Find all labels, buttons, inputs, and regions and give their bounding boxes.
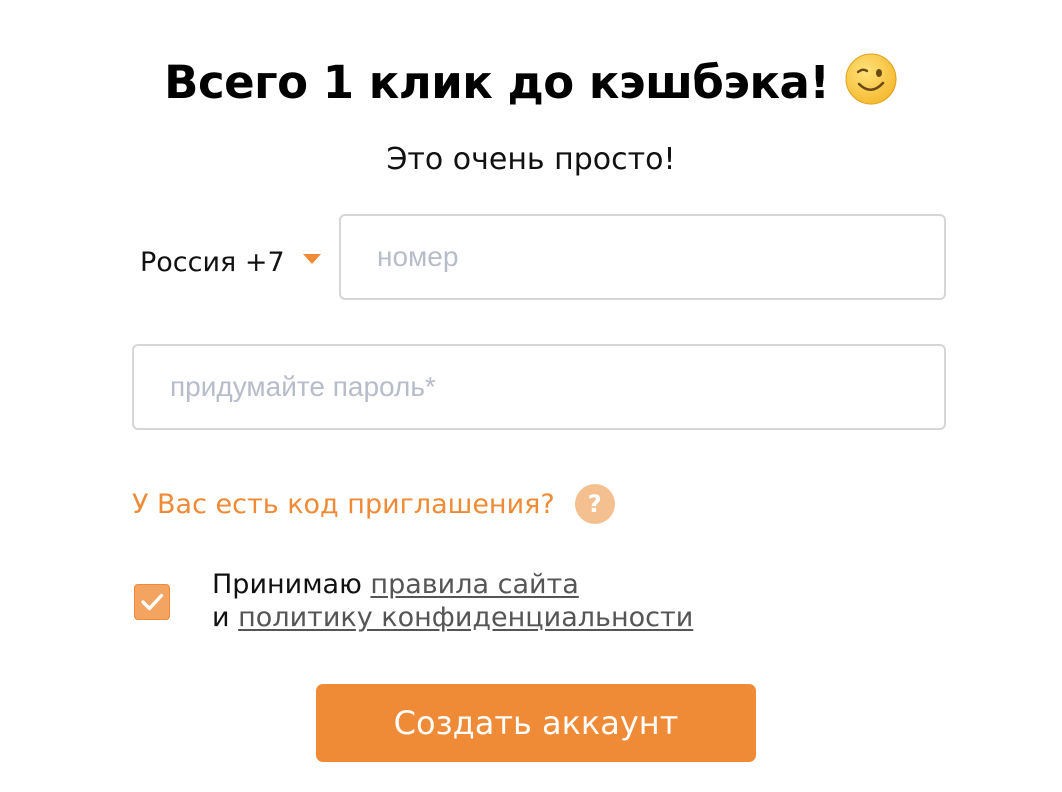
question-icon[interactable]: ? [574, 484, 615, 524]
password-input[interactable] [132, 344, 946, 430]
country-code-label: Россия +7 [140, 246, 285, 278]
checkmark-icon [141, 593, 164, 611]
invite-code-link[interactable]: У Вас есть код приглашения? ? [132, 484, 615, 524]
terms-conjunction: и [212, 602, 239, 633]
phone-number-input[interactable] [339, 214, 946, 300]
terms-text: Принимаю правила сайта и политику конфид… [212, 568, 693, 634]
terms-prefix: Принимаю [212, 569, 371, 600]
signup-card: Всего 1 клик до кэшбэка! Это очень прост… [0, 0, 1062, 792]
subtitle: Это очень просто! [386, 142, 676, 177]
terms-checkbox[interactable] [134, 584, 170, 620]
invite-code-label[interactable]: У Вас есть код приглашения? [132, 489, 555, 520]
create-account-button[interactable]: Создать аккаунт [316, 684, 756, 762]
site-rules-link[interactable]: правила сайта [370, 569, 578, 600]
caret-down-icon[interactable] [302, 254, 321, 264]
privacy-policy-link[interactable]: политику конфиденциальности [238, 602, 693, 633]
title-row: Всего 1 клик до кэшбэка! [0, 53, 1062, 109]
winking-face-icon [844, 52, 898, 106]
country-code-selector[interactable]: Россия +7 [140, 240, 321, 284]
page-title: Всего 1 клик до кэшбэка! [164, 56, 830, 109]
